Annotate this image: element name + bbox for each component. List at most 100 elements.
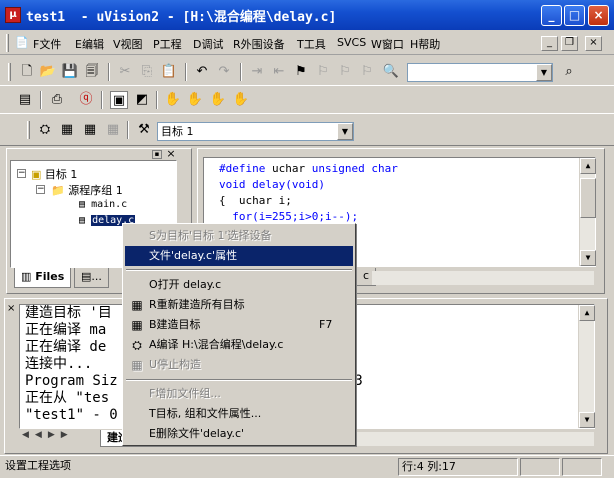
menu-view[interactable]: V视图 [113,36,143,52]
hand-stop-icon[interactable]: ✋ [186,91,204,109]
output-tab-nav[interactable]: ◀◀▶▶ [22,430,102,446]
bookmark-toggle-icon[interactable]: ⚑ [292,63,310,81]
search-combo[interactable] [407,63,553,82]
app-icon[interactable]: μ [5,7,21,23]
cut-icon[interactable]: ✂ [116,63,134,81]
target-combo[interactable]: 目标 1 ▼ [157,122,354,141]
build-icon[interactable]: ▦ [58,121,76,139]
title-bar[interactable]: μ test1 - uVision2 - [H:\混合编程\delay.c] _… [0,0,614,30]
mdi-minimize-button[interactable]: _ [541,36,558,51]
save-all-icon[interactable]: 🗐 [83,63,101,81]
view-toolbar: ▤ ⎙ ⓠ ▣ ◩ ✋ ✋ ✋ ✋ [0,87,614,114]
menu-item-stop-build[interactable]: ▦ U停止构造 [125,355,353,375]
menu-item-build-target[interactable]: ▦ B建造目标 F7 [125,315,353,335]
menu-svcs[interactable]: SVCS [337,36,366,49]
hand-icon[interactable]: ✋ [164,91,182,109]
tree-target[interactable]: ▣ 目标 1 [31,166,77,182]
menu-project[interactable]: P工程 [153,36,182,52]
bookmark-prev-icon[interactable]: ⚐ [336,63,354,81]
menu-item-label: A编译 H:\混合编程\delay.c [149,338,284,351]
menu-item-label: B建造目标 [149,318,201,331]
bookmark-clear-icon[interactable]: ⚐ [358,63,376,81]
collapse-icon[interactable]: − [36,185,45,194]
indent-icon[interactable]: ⇥ [248,63,266,81]
menu-item-label: S为目标'目标 1'选择设备 [149,229,272,242]
output-hscroll[interactable] [356,432,594,446]
mdi-close-button[interactable]: × [585,36,602,51]
paste-icon[interactable]: 📋 [160,63,178,81]
open-folder-icon[interactable]: 📂 [39,63,57,81]
maximize-button[interactable]: □ [564,5,585,26]
menu-peripherals[interactable]: R外围设备 [233,36,285,52]
scroll-down-icon[interactable]: ▼ [579,412,595,428]
hand-disabled-icon[interactable]: ✋ [209,91,227,109]
menu-item-rebuild-all[interactable]: ▦ R重新建造所有目标 [125,295,353,315]
c-file-icon: ▤ [79,199,86,210]
scroll-up-icon[interactable]: ▲ [579,305,595,321]
debug-icon[interactable]: ⓠ [77,91,95,109]
menu-item-label: 文件'delay.c'属性 [149,249,238,262]
redo-icon[interactable]: ↷ [215,63,233,81]
hand-all-icon[interactable]: ✋ [232,91,250,109]
tree-file-main[interactable]: ▤ main.c [79,199,127,210]
close-button[interactable]: × [588,5,609,26]
menu-item-add-group[interactable]: F增加文件组... [125,384,353,404]
toolbar-grip[interactable] [8,63,11,81]
toolbar-grip[interactable] [27,121,30,139]
document-icon[interactable]: 📄 [14,34,30,52]
find-in-files-icon[interactable]: 🔍 [382,63,400,81]
output-scrollbar[interactable]: ▲ ▼ [578,305,595,428]
collapse-icon[interactable]: − [17,169,26,178]
print-icon[interactable]: ⎙ [48,91,66,109]
menu-edit[interactable]: E编辑 [75,36,104,52]
tab-files[interactable]: ▥ Files [14,268,72,288]
panel-close-icon[interactable]: × [165,148,177,160]
menu-item-target-properties[interactable]: T目标, 组和文件属性... [125,404,353,424]
workspace-icon[interactable]: ▣ [110,91,128,109]
menu-tools[interactable]: T工具 [297,36,326,52]
outdent-icon[interactable]: ⇤ [270,63,288,81]
new-file-icon[interactable]: 🗋 [18,63,36,81]
menu-help[interactable]: H帮助 [410,36,440,52]
output-window-icon[interactable]: ◩ [133,91,151,109]
save-icon[interactable]: 💾 [61,63,79,81]
editor-hscroll[interactable] [372,271,594,285]
chevron-down-icon[interactable]: ▼ [337,123,353,140]
minimize-button[interactable]: _ [541,5,562,26]
undo-icon[interactable]: ↶ [193,63,211,81]
compile-icon[interactable]: ⛭ [36,121,54,139]
menu-debug[interactable]: D调试 [193,36,223,52]
editor-scrollbar[interactable]: ▲ ▼ [579,158,596,266]
tab-books[interactable]: ▤... [74,268,109,288]
menu-item-remove-file[interactable]: E删除文件'delay.c' [125,424,353,444]
target-options-icon[interactable]: ⚒ [135,121,153,139]
menu-item-compile[interactable]: ⛭ A编译 H:\混合编程\delay.c [125,335,353,355]
stop-build-icon[interactable]: ▦ [104,121,122,139]
menu-window[interactable]: W窗口 [371,36,404,52]
bookmark-next-icon[interactable]: ⚐ [314,63,332,81]
menubar-grip[interactable] [6,34,9,52]
menu-file[interactable]: F文件 [33,36,61,52]
menu-item-file-properties[interactable]: 文件'delay.c'属性 [125,246,353,266]
menu-item-select-device[interactable]: S为目标'目标 1'选择设备 [125,226,353,246]
rebuild-icon[interactable]: ▦ [81,121,99,139]
copy-icon[interactable]: ⎘ [138,63,156,81]
mdi-restore-button[interactable]: ❐ [561,36,578,51]
panel-float-button[interactable]: ▪ [152,150,162,159]
output-line: 连接中... [25,356,93,372]
menu-bar: 📄 F文件 E编辑 V视图 P工程 D调试 R外围设备 T工具 SVCS W窗口… [0,31,614,55]
output-close-icon[interactable]: × [7,304,17,314]
status-message: 设置工程选项 [5,459,71,472]
menu-item-open[interactable]: O打开 delay.c [125,275,353,295]
file-label: main.c [91,199,128,210]
chevron-down-icon[interactable]: ▼ [536,64,552,81]
view-icon[interactable]: ▤ [16,91,34,109]
output-line: 建造目标 '目 [25,305,112,321]
binoculars-icon[interactable]: ⌕ [560,63,578,81]
scroll-down-icon[interactable]: ▼ [580,250,596,266]
code-keyword: #define [219,162,266,175]
scroll-thumb[interactable] [580,178,596,218]
tree-group[interactable]: 📁 源程序组 1 [51,182,123,198]
code-keyword: unsigned char [311,162,398,175]
scroll-up-icon[interactable]: ▲ [580,158,596,174]
